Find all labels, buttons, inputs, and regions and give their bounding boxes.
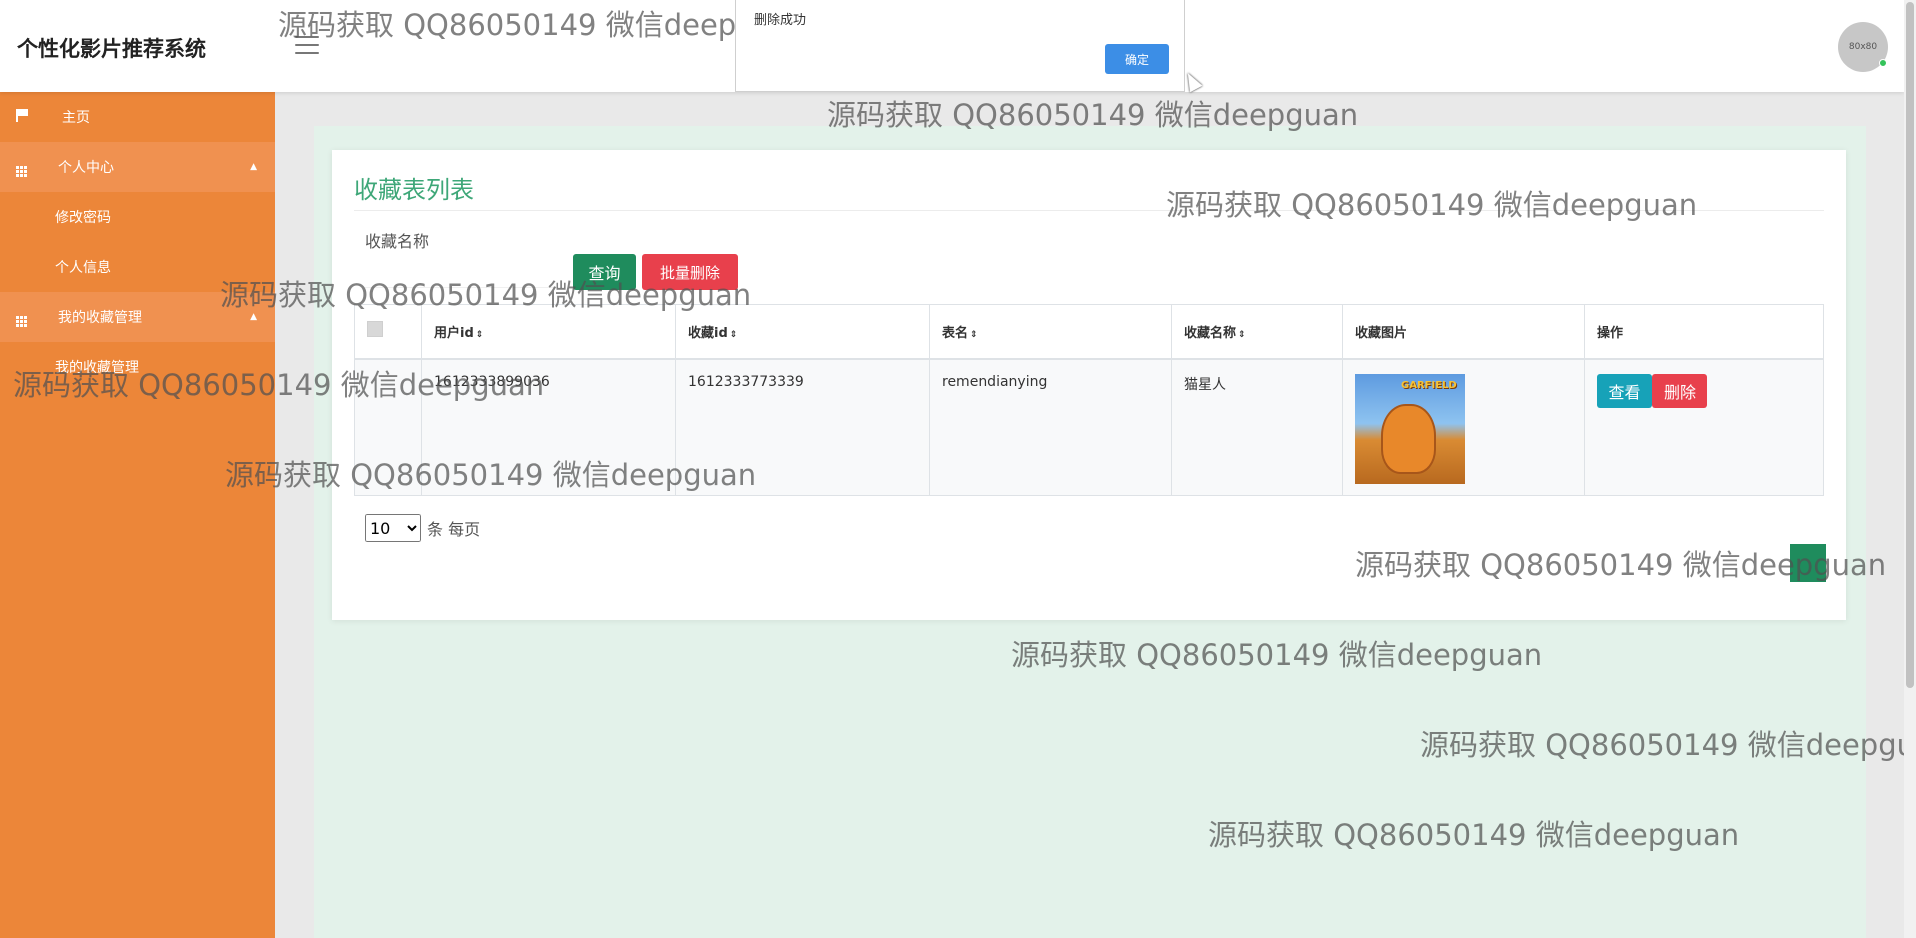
actions-cell: 查看 删除 <box>1584 358 1824 496</box>
sidebar-item-personal-center[interactable]: 个人中心 ▲ <box>0 142 275 192</box>
search-label: 收藏名称 <box>365 232 430 251</box>
user-id-cell: 1612333899036 <box>421 358 676 496</box>
caret-up-icon: ▲ <box>250 312 257 322</box>
sidebar-item-home[interactable]: 主页 <box>0 92 275 142</box>
sidebar-item-my-favorites[interactable]: 我的收藏管理 <box>0 342 275 392</box>
sort-icon: ⇕ <box>970 329 978 340</box>
column-header[interactable]: 用户id ⇕ <box>421 304 676 360</box>
column-header[interactable]: 表名 ⇕ <box>929 304 1172 360</box>
flag-icon <box>16 109 28 125</box>
column-header: 收藏图片 <box>1342 304 1585 360</box>
fav-id-cell: 1612333773339 <box>675 358 930 496</box>
grid-icon <box>16 307 27 327</box>
caret-up-icon: ▲ <box>250 162 257 172</box>
grid-icon <box>16 157 27 177</box>
delete-button[interactable]: 删除 <box>1652 373 1708 408</box>
page-title: 收藏表列表 <box>354 176 474 204</box>
column-header[interactable]: 收藏id ⇕ <box>675 304 930 360</box>
movie-poster-image[interactable]: GARFIELD <box>1355 373 1465 484</box>
sidebar-item-favorites-management[interactable]: 我的收藏管理 ▲ <box>0 292 275 342</box>
dialog-message: 删除成功 <box>754 13 807 28</box>
menu-toggle-icon[interactable] <box>295 36 319 54</box>
avatar[interactable]: 80x80 <box>1838 22 1888 72</box>
table-header-row: 用户id ⇕ 收藏id ⇕ 表名 ⇕ 收藏名称 ⇕ 收藏图片 操作 <box>354 304 1824 360</box>
row-select-cell[interactable] <box>354 358 422 496</box>
online-status-dot <box>1879 59 1887 67</box>
hamburger-line <box>295 36 319 38</box>
hamburger-line <box>295 52 319 54</box>
search-input[interactable] <box>365 252 565 288</box>
hamburger-line <box>295 44 319 46</box>
favorites-table: 用户id ⇕ 收藏id ⇕ 表名 ⇕ 收藏名称 ⇕ 收藏图片 操作 1612333899… <box>354 304 1824 496</box>
fav-name-cell: 猫星人 <box>1171 358 1343 496</box>
dialog-confirm-button[interactable]: 确定 <box>1105 44 1169 74</box>
avatar-text: 80x80 <box>1848 42 1878 52</box>
select-all-cell <box>354 304 422 360</box>
alert-dialog: 删除成功 确定 <box>735 0 1185 92</box>
per-page-label: 条 每页 <box>427 520 481 539</box>
sidebar-item-personal-info[interactable]: 个人信息 <box>0 242 275 292</box>
divider <box>354 210 1824 211</box>
sort-icon: ⇕ <box>1238 329 1246 340</box>
page-size-control: 10 条 每页 <box>365 514 480 542</box>
sort-icon: ⇕ <box>475 329 484 340</box>
view-button[interactable]: 查看 <box>1597 373 1652 408</box>
column-header: 操作 <box>1584 304 1824 360</box>
sidebar-item-label: 我的收藏管理 <box>58 310 142 326</box>
sidebar-item-change-password[interactable]: 修改密码 <box>0 192 275 242</box>
table-name-cell: remendianying <box>929 358 1172 496</box>
sidebar-item-label: 个人中心 <box>58 160 114 176</box>
scrollbar[interactable] <box>1904 0 1916 938</box>
scrollbar-thumb[interactable] <box>1906 2 1914 688</box>
select-all-checkbox[interactable] <box>367 321 383 338</box>
poster-cat-figure <box>1381 403 1436 474</box>
app-title: 个性化影片推荐系统 <box>17 37 206 61</box>
sidebar: 主页 个人中心 ▲ 修改密码 个人信息 我的收藏管理 ▲ 我的收藏管理 <box>0 92 275 938</box>
batch-delete-button[interactable]: 批量删除 <box>642 254 738 290</box>
table-row: 1612333899036 1612333773339 remendianyin… <box>354 358 1824 496</box>
poster-title: GARFIELD <box>1401 379 1457 391</box>
favorites-panel: 收藏表列表 收藏名称 查询 批量删除 用户id ⇕ 收藏id ⇕ 表名 ⇕ 收藏名称 ⇕… <box>332 150 1846 620</box>
fav-image-cell: GARFIELD <box>1342 358 1585 496</box>
sidebar-item-label: 主页 <box>62 110 90 126</box>
sort-icon: ⇕ <box>729 329 738 340</box>
column-header[interactable]: 收藏名称 ⇕ <box>1171 304 1343 360</box>
search-button[interactable]: 查询 <box>573 254 636 290</box>
current-page-button[interactable] <box>1790 544 1826 582</box>
page-size-select[interactable]: 10 <box>365 514 421 542</box>
